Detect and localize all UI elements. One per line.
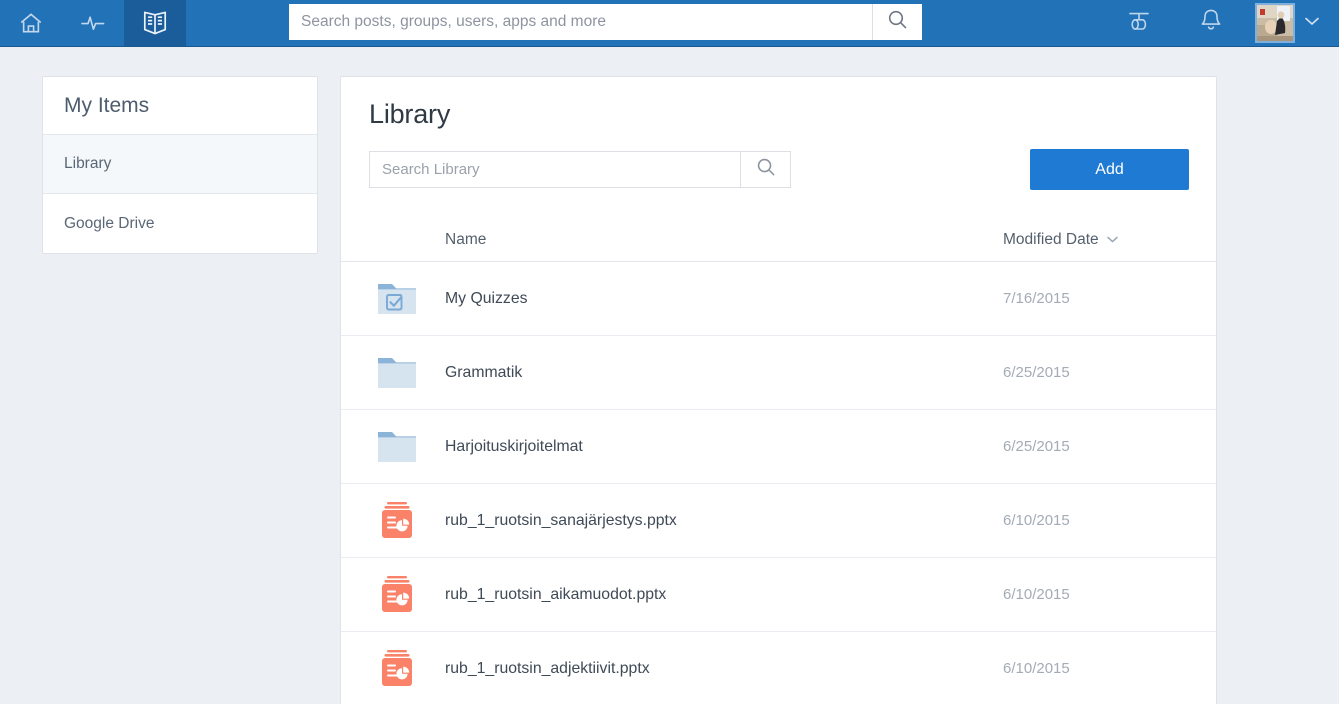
nav-notifications-button[interactable] (1175, 0, 1247, 47)
search-icon (756, 157, 776, 182)
sidebar-item-label: Library (64, 155, 112, 172)
library-search-input[interactable] (370, 152, 740, 187)
table-header-modified-date[interactable]: Modified Date (1003, 231, 1216, 249)
nav-home-button[interactable] (0, 0, 62, 46)
file-name: rub_1_ruotsin_sanajärjestys.pptx (445, 511, 677, 529)
library-search-button[interactable] (740, 152, 790, 187)
library-header: Library Add (341, 77, 1216, 218)
table-header: Name Modified Date (341, 218, 1216, 262)
presentation-icon (341, 499, 445, 543)
add-button[interactable]: Add (1030, 149, 1189, 190)
top-nav-right-icons (1103, 0, 1339, 46)
library-panel: Library Add Name Modified Dat (340, 76, 1217, 704)
file-name: Harjoituskirjoitelmat (445, 437, 583, 455)
page-body: My Items Library Google Drive Library Se… (0, 47, 1339, 704)
table-row[interactable]: rub_1_ruotsin_sanajärjestys.pptx 6/10/20… (341, 484, 1216, 558)
table-row[interactable]: Grammatik 6/25/2015 (341, 336, 1216, 410)
file-name: Grammatik (445, 363, 523, 381)
file-name: My Quizzes (445, 289, 528, 307)
nav-announcements-button[interactable] (1103, 0, 1175, 47)
global-search-input[interactable] (289, 4, 872, 40)
book-icon (140, 9, 170, 37)
file-modified-date: 6/10/2015 (1003, 586, 1070, 603)
folder-icon (341, 352, 445, 394)
sidebar-title: My Items (43, 77, 317, 135)
nav-library-button[interactable] (124, 0, 186, 46)
sidebar-item-label: Google Drive (64, 214, 155, 232)
library-search-bar (369, 151, 791, 188)
sidebar-item-library[interactable]: Library (43, 135, 317, 194)
presentation-icon (341, 573, 445, 617)
file-modified-date: 6/25/2015 (1003, 438, 1070, 455)
chevron-down-icon (1303, 14, 1321, 32)
account-menu-button[interactable] (1295, 0, 1329, 47)
file-name: rub_1_ruotsin_adjektiivit.pptx (445, 659, 650, 677)
avatar[interactable] (1255, 3, 1295, 43)
nav-activity-button[interactable] (62, 0, 124, 46)
sidebar-item-google-drive[interactable]: Google Drive (43, 194, 317, 253)
table-row[interactable]: Harjoituskirjoitelmat 6/25/2015 (341, 410, 1216, 484)
file-modified-date: 6/25/2015 (1003, 364, 1070, 381)
home-icon (18, 10, 44, 36)
file-name: rub_1_ruotsin_aikamuodot.pptx (445, 585, 667, 603)
top-nav-left-icons (0, 0, 186, 46)
sidebar: My Items Library Google Drive (42, 76, 318, 254)
bell-icon (1198, 7, 1224, 39)
megaphone-icon (1124, 7, 1154, 40)
pulse-icon (79, 10, 107, 36)
quiz-folder-icon (341, 278, 445, 320)
chevron-down-icon (1106, 235, 1119, 244)
avatar-photo (1257, 5, 1293, 41)
top-navigation-bar (0, 0, 1339, 47)
page-title: Library (369, 99, 451, 129)
presentation-icon (341, 647, 445, 691)
table-row[interactable]: rub_1_ruotsin_aikamuodot.pptx 6/10/2015 (341, 558, 1216, 632)
table-header-modified-date-label: Modified Date (1003, 230, 1099, 248)
table-header-name: Name (445, 230, 487, 248)
table-row[interactable]: My Quizzes 7/16/2015 (341, 262, 1216, 336)
global-search-button[interactable] (872, 4, 922, 40)
global-search-bar (289, 4, 922, 40)
file-modified-date: 7/16/2015 (1003, 290, 1070, 307)
file-modified-date: 6/10/2015 (1003, 512, 1070, 529)
file-modified-date: 6/10/2015 (1003, 660, 1070, 677)
search-icon (887, 9, 908, 35)
table-row[interactable]: rub_1_ruotsin_adjektiivit.pptx 6/10/2015 (341, 632, 1216, 704)
folder-icon (341, 426, 445, 468)
